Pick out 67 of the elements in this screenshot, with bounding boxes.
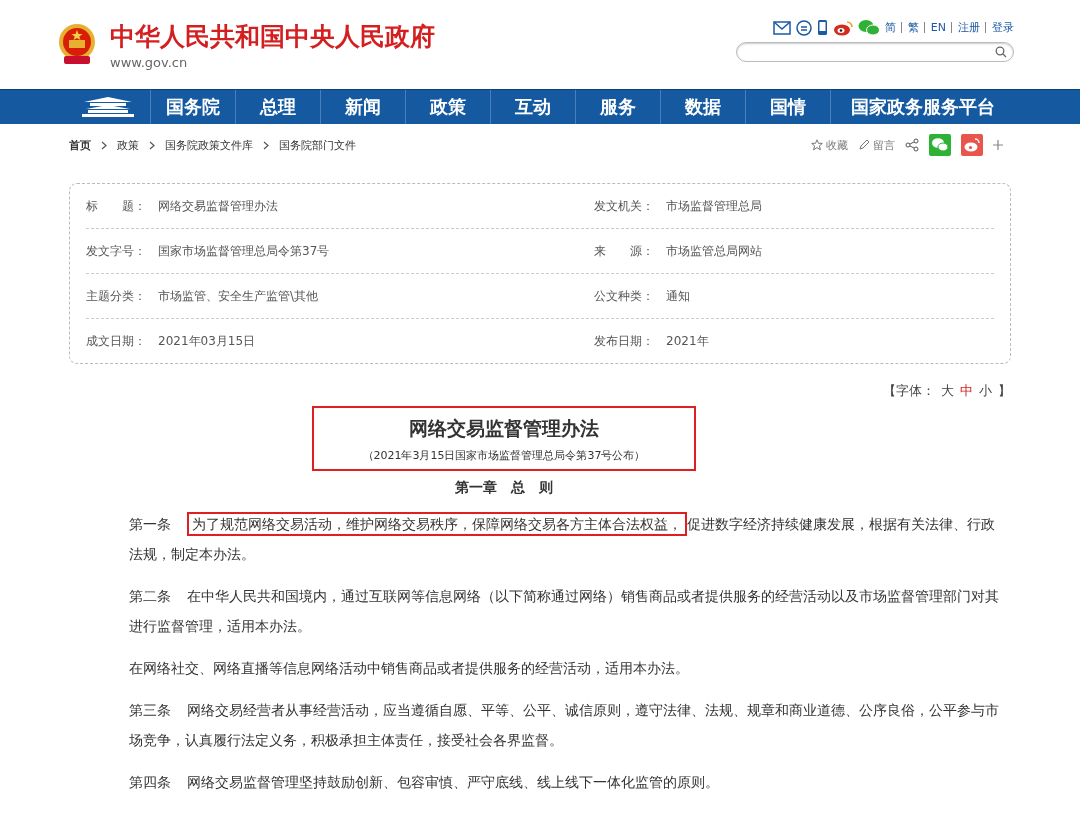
font-size-label: 【字体：: [883, 382, 935, 400]
pencil-icon: [858, 139, 870, 151]
field-label: 发文字号：: [86, 242, 147, 260]
nav-tab[interactable]: 互动: [491, 90, 576, 124]
field-label: 标 题：: [86, 197, 147, 215]
header-link[interactable]: 注册: [951, 22, 980, 33]
chevron-right-icon: [101, 140, 107, 150]
nav-tab[interactable]: 新闻: [321, 90, 406, 124]
header-link[interactable]: 简: [884, 20, 896, 35]
article-paragraph: 第一条 为了规范网络交易活动，维护网络交易秩序，保障网络交易各方主体合法权益， 促进数字经济持续健康发展，根据有关法律、行政法规，制定本办法。: [69, 509, 1011, 569]
nav-tab[interactable]: 政策: [406, 90, 491, 124]
mobile-phone-icon[interactable]: [816, 19, 828, 36]
nav-tab[interactable]: 数据: [661, 90, 746, 124]
field-label: 来 源：: [594, 242, 655, 260]
field-label: 发文机关：: [594, 197, 655, 215]
chevron-right-icon: [263, 140, 269, 150]
document-subtitle: （2021年3月15日国家市场监督管理总局令第37号公布）: [361, 448, 647, 463]
field-value: 市场监管、安全生产监管\其他: [158, 287, 319, 305]
bracket: 】: [998, 382, 1011, 400]
field-value: 2021年03月15日: [158, 332, 256, 350]
nav-tab[interactable]: 服务: [576, 90, 661, 124]
header-link[interactable]: 登录: [985, 22, 1014, 33]
article-paragraph: 第二条 在中华人民共和国境内，通过互联网等信息网络（以下简称通过网络）销售商品或者提供服务的经营活动以及市场监督管理部门对其进行监督管理，适用本办法。: [128, 587, 1000, 636]
field-label: 主题分类：: [86, 287, 147, 305]
favorite-button[interactable]: 收藏: [811, 137, 848, 153]
chapter-heading: 第一章 总 则: [454, 479, 554, 497]
chevron-right-icon: [149, 140, 155, 150]
document-title: 网络交易监督管理办法: [408, 416, 600, 441]
font-size-option[interactable]: 大: [941, 382, 954, 400]
star-icon: [811, 139, 823, 151]
breadcrumb-link[interactable]: 首页: [69, 137, 91, 153]
site-domain: www.gov.cn: [110, 54, 189, 70]
nav-tab[interactable]: 国家政务服务平台: [831, 90, 1014, 124]
field-value: 网络交易监督管理办法: [158, 197, 278, 215]
weibo-icon[interactable]: [832, 19, 853, 36]
gate-tower-icon: [80, 96, 136, 118]
field-label: 成文日期：: [86, 332, 147, 350]
comment-button[interactable]: 留言: [858, 137, 895, 153]
field-value: 市场监督管理总局: [666, 197, 762, 215]
nav-tab[interactable]: 国务院: [151, 90, 236, 124]
header-link[interactable]: EN: [923, 22, 946, 33]
article-paragraph: 在网络社交、网络直播等信息网络活动中销售商品或者提供服务的经营活动，适用本办法。: [128, 659, 690, 678]
field-value: 市场监管总局网站: [666, 242, 762, 260]
header-link[interactable]: 繁: [900, 22, 919, 33]
share-icon[interactable]: [905, 138, 919, 152]
breadcrumb-link[interactable]: 政策: [117, 137, 139, 153]
chat-bubble-icon[interactable]: [795, 19, 812, 36]
nav-tab[interactable]: 总理: [236, 90, 321, 124]
mail-icon[interactable]: [772, 20, 791, 35]
field-value: 2021年: [666, 332, 709, 350]
plus-icon[interactable]: [993, 140, 1003, 150]
site-name: 中华人民共和国中央人民政府: [110, 20, 435, 53]
article-paragraph: 第四条 网络交易监督管理坚持鼓励创新、包容审慎、严守底线、线上线下一体化监管的原则。: [128, 773, 720, 792]
breadcrumb-link[interactable]: 国务院部门文件: [279, 137, 356, 153]
wechat-icon[interactable]: [857, 19, 880, 36]
weibo-share-icon[interactable]: [961, 134, 983, 156]
field-label: 发布日期：: [594, 332, 655, 350]
wechat-share-icon[interactable]: [929, 134, 951, 156]
field-value: 国家市场监督管理总局令第37号: [158, 242, 330, 260]
nav-tab[interactable]: 国情: [746, 90, 831, 124]
field-value: 通知: [666, 287, 690, 305]
font-size-option[interactable]: 小: [979, 382, 992, 400]
breadcrumb-link[interactable]: 国务院政策文件库: [165, 137, 253, 153]
article-paragraph: 第三条 网络交易经营者从事经营活动，应当遵循自愿、平等、公平、诚信原则，遵守法律、法规、规章和商业道德、公序良俗，公平参与市场竞争，认真履行法定义务，积极承担主体责任，接受社会各界监督。: [128, 701, 1000, 750]
search-icon[interactable]: [995, 46, 1007, 58]
field-label: 公文种类：: [594, 287, 655, 305]
font-size-option[interactable]: 中: [960, 382, 973, 400]
